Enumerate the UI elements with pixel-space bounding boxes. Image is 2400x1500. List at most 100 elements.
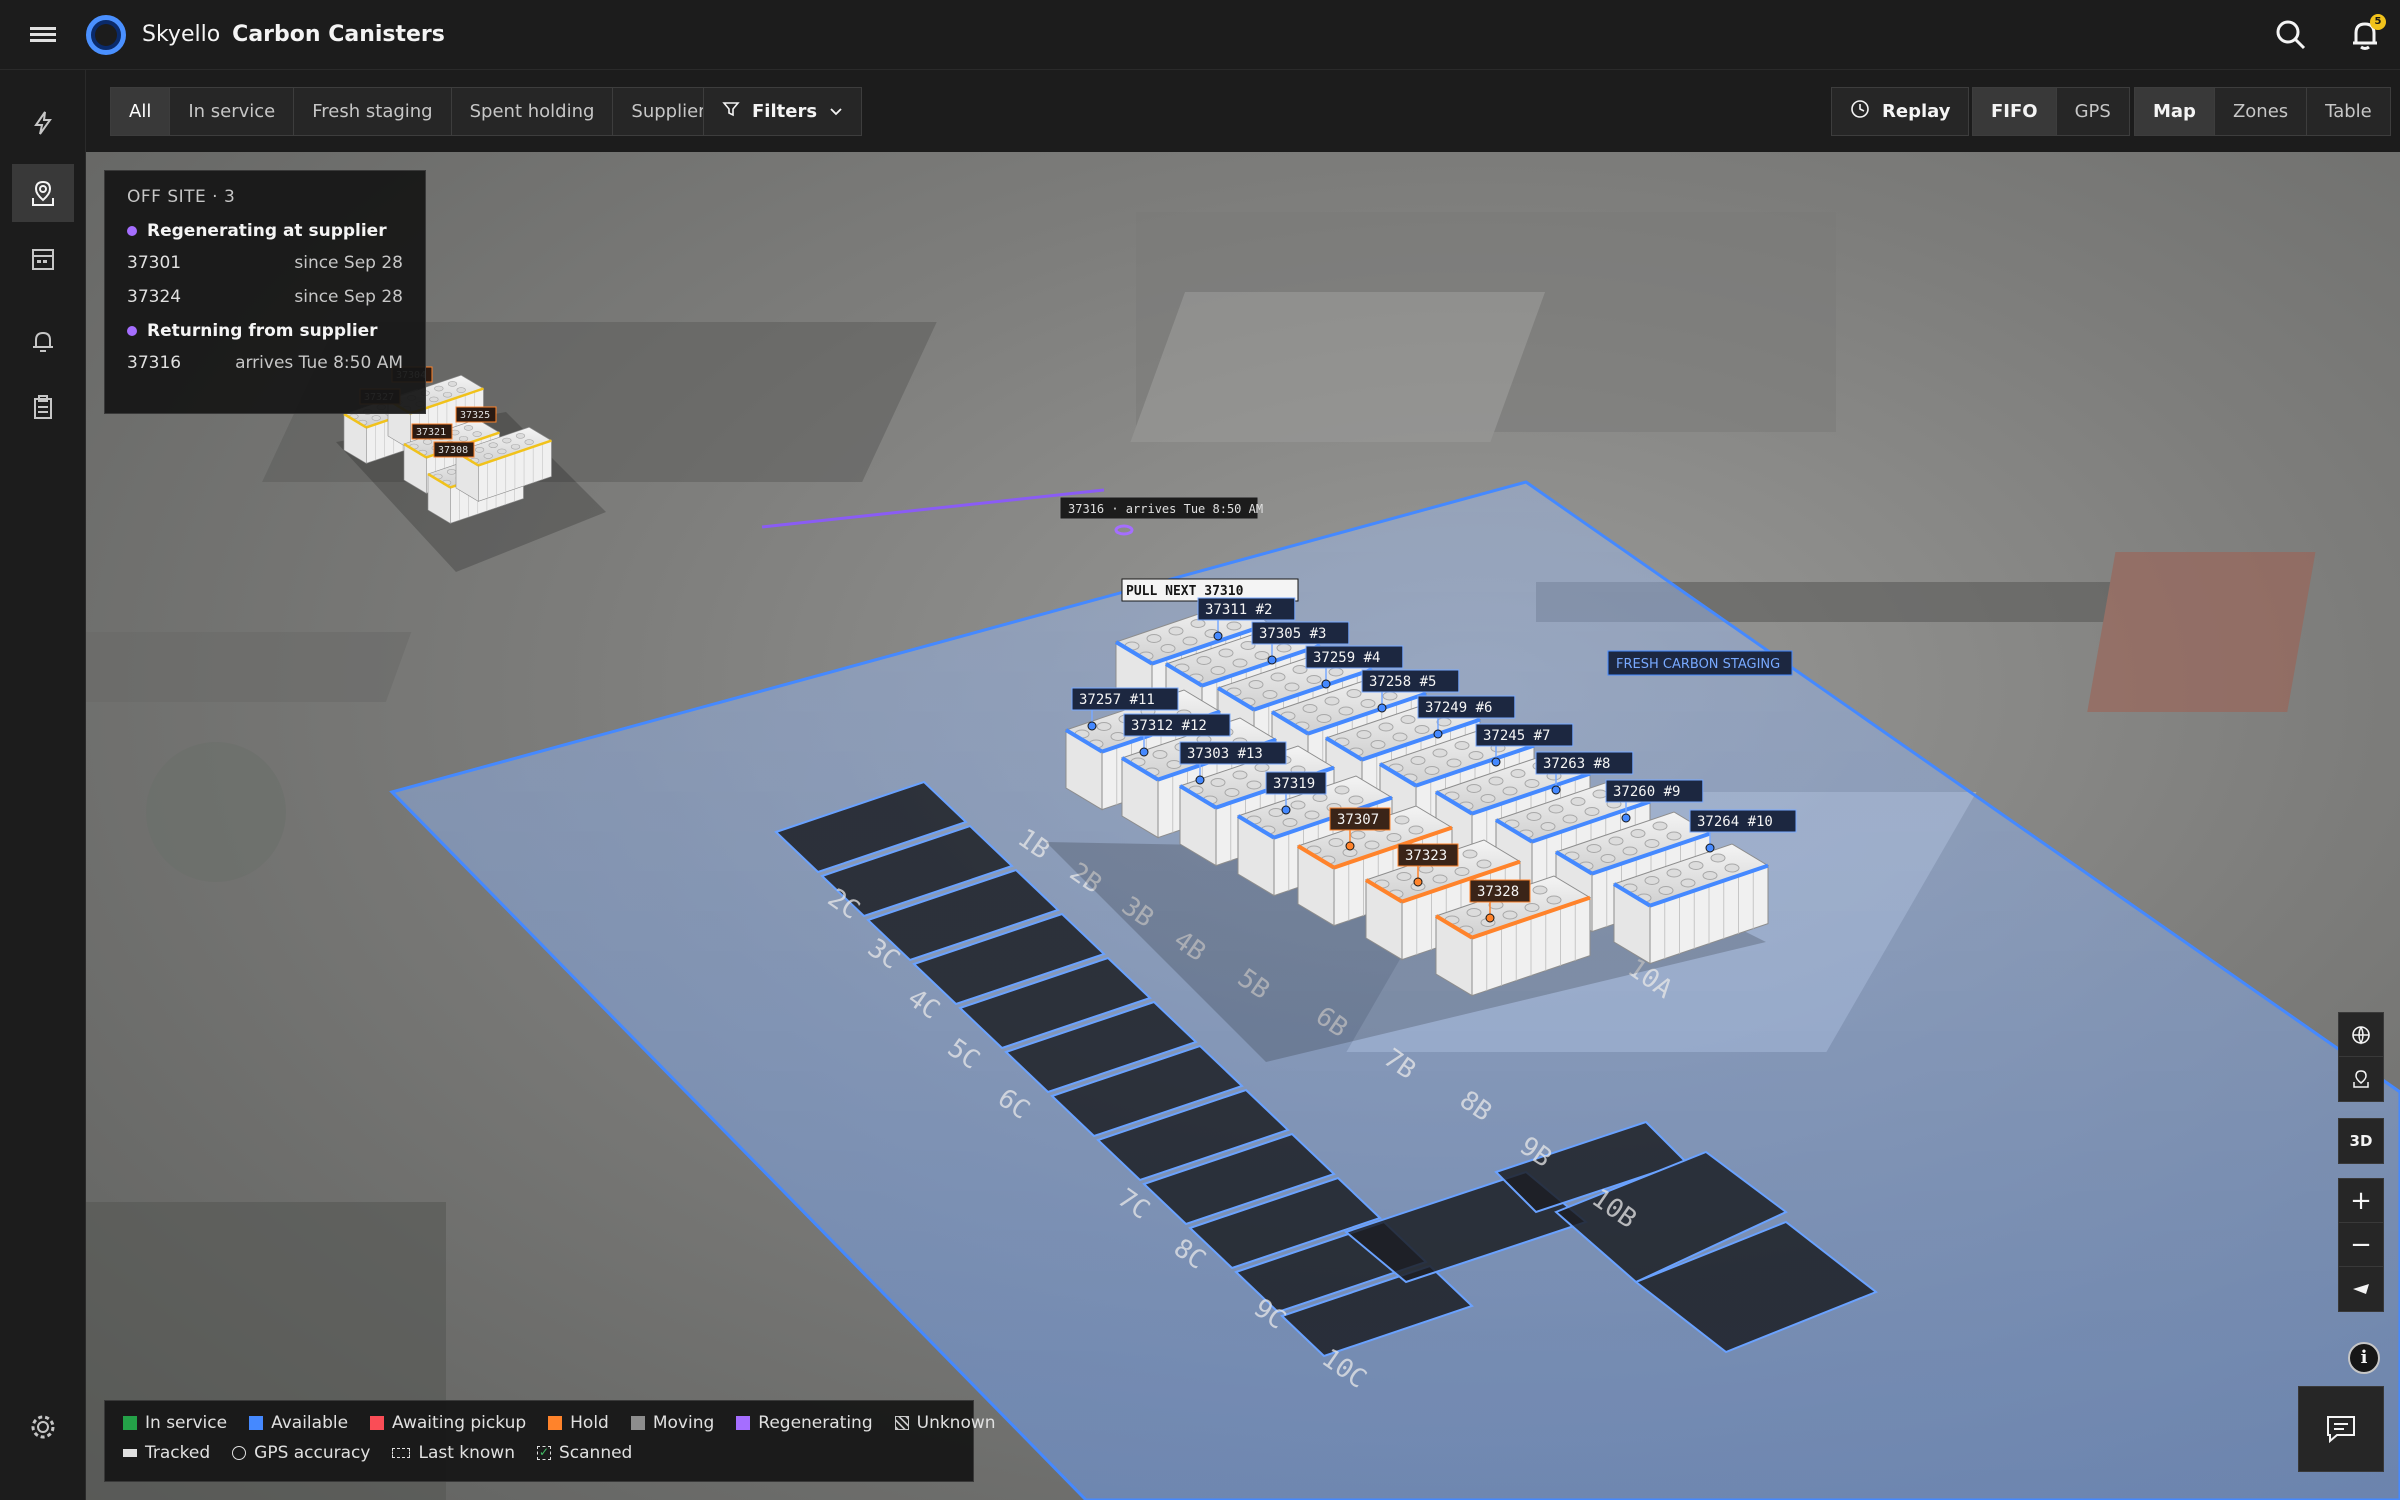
scanned-check-icon: ✓ [536,1445,551,1460]
search-icon[interactable] [2274,18,2308,52]
clipboard-icon[interactable] [12,378,74,436]
legend-item: Unknown [894,1413,996,1433]
offsite-row[interactable]: 37301 since Sep 28 [127,253,403,273]
tag-pin [1433,729,1443,739]
canister-tag-label: 37305 #3 [1259,626,1326,642]
legend-swatch [736,1416,751,1430]
map-canvas[interactable]: 1B 2B 3B 4B 5B 6B 7B 8B 9B 10B 10A 2C 3C… [86,152,2400,1500]
mode-fifo[interactable]: FIFO [1973,88,2057,135]
transit-label: 37316 · arrives Tue 8:50 AM [1068,502,1263,516]
notification-bell-icon[interactable]: 5 [2348,14,2386,52]
transit-tag: 37316 · arrives Tue 8:50 AM [1059,496,1263,520]
tab-all[interactable]: All [111,88,171,135]
canister-tag-label: 37303 #13 [1187,746,1263,762]
last-known-icon [392,1448,411,1458]
tag-pin [1485,913,1495,923]
lightning-icon[interactable] [12,94,74,152]
brand-logo [86,14,126,55]
replay-button[interactable]: Replay [1831,87,1970,136]
view-map[interactable]: Map [2135,88,2215,135]
chevron-down-icon [829,101,843,122]
view-zones[interactable]: Zones [2215,88,2308,135]
canister-tag-label: 37258 #5 [1369,674,1436,690]
legend-swatch [123,1416,137,1430]
canister-tag-label: 37263 #8 [1543,756,1610,772]
status-tabs: All In service Fresh staging Spent holdi… [110,87,725,136]
offsite-row[interactable]: 37316 arrives Tue 8:50 AM [127,353,403,373]
tag-pin [1267,655,1277,665]
canister-status: since Sep 28 [294,253,403,273]
returning-dot-icon [127,326,137,336]
transit-marker [1114,524,1134,536]
canister-tag-label: 37328 [1477,884,1519,900]
tab-in-service[interactable]: In service [170,88,295,135]
toggle-3d-button[interactable]: 3D [2339,1119,2383,1163]
layer-controls [2338,1012,2384,1102]
tag-pin [1195,775,1205,785]
zone-tag: FRESH CARBON STAGING [1607,650,1793,676]
tag-pin [1621,813,1631,823]
offsite-title: OFF SITE · 3 [127,187,236,207]
legend-item: Regenerating [736,1413,873,1433]
tab-spent-holding[interactable]: Spent holding [452,88,614,135]
map-scene: 1B 2B 3B 4B 5B 6B 7B 8B 9B 10B 10A 2C 3C… [86,212,2400,1500]
view-table[interactable]: Table [2307,88,2390,135]
legend-tracked: Tracked [123,1443,210,1463]
left-rail [0,70,86,1500]
transit-route [761,488,1105,529]
zone-label: FRESH CARBON STAGING [1616,657,1780,672]
tracked-icon [123,1449,137,1457]
mode-gps[interactable]: GPS [2057,88,2129,135]
supplier-tag: 37321 [411,423,453,440]
group-label: Regenerating at supplier [147,221,387,241]
tag-pin [1345,841,1355,851]
toolbar: All In service Fresh staging Spent holdi… [86,70,2400,152]
canister-status: arrives Tue 8:50 AM [235,353,403,373]
legend-swatch [370,1416,385,1430]
legend-item: Awaiting pickup [370,1413,526,1433]
chat-icon[interactable] [2298,1386,2384,1472]
legend-markers: Tracked GPS accuracy Last known ✓ Scanned [123,1443,955,1463]
tag-pin [1321,679,1331,689]
filters-button[interactable]: Filters [703,87,863,136]
zoom-out-icon[interactable]: − [2339,1223,2383,1267]
brand-name: Skyello [142,22,221,47]
canister-id: 37324 [127,287,182,307]
calendar-icon[interactable] [12,230,74,288]
menu-icon[interactable] [0,0,86,70]
tag-pin [1087,721,1097,731]
legend-item: In service [123,1413,227,1433]
canister-id: 37301 [127,253,182,273]
compass-icon[interactable] [2339,1267,2383,1311]
filters-button-inner[interactable]: Filters [704,88,861,135]
offsite-row[interactable]: 37324 since Sep 28 [127,287,403,307]
canister-tag-label: 37312 #12 [1131,718,1207,734]
canister-tag-label: 37323 [1405,848,1447,864]
tag-pin [1213,631,1223,641]
location-layer-icon[interactable] [2339,1057,2383,1101]
filter-funnel-icon [722,100,740,123]
gps-accuracy-icon [232,1446,247,1460]
canister-tag-label: 37307 [1337,812,1379,828]
globe-icon[interactable] [2339,1013,2383,1057]
group-returning: Returning from supplier [127,321,403,341]
map-pin-icon[interactable] [12,164,74,222]
zoom-controls: + − [2338,1178,2384,1312]
legend-swatch [630,1416,645,1430]
tab-fresh-staging[interactable]: Fresh staging [294,88,452,135]
replay-button-inner[interactable]: Replay [1832,88,1968,135]
alerts-bell-icon[interactable] [12,312,74,370]
offsite-panel: OFF SITE · 3 Regenerating at supplier 37… [104,170,426,414]
brand: Skyello Carbon Canisters [86,14,445,55]
settings-gear-icon[interactable] [12,1398,74,1456]
tag-pin [1491,757,1501,767]
legend-swatch [894,1416,909,1430]
info-icon[interactable]: i [2348,1342,2380,1374]
map-legend: In service Available Awaiting pickup Hold Mo… [104,1400,996,1482]
tag-pin [1281,805,1291,815]
app-title: Carbon Canisters [232,22,445,47]
canister-id: 37316 [127,353,182,373]
legend-scanned: ✓ Scanned [536,1443,633,1463]
zoom-in-icon[interactable]: + [2339,1179,2383,1223]
top-bar: Skyello Carbon Canisters 5 [0,0,2400,70]
